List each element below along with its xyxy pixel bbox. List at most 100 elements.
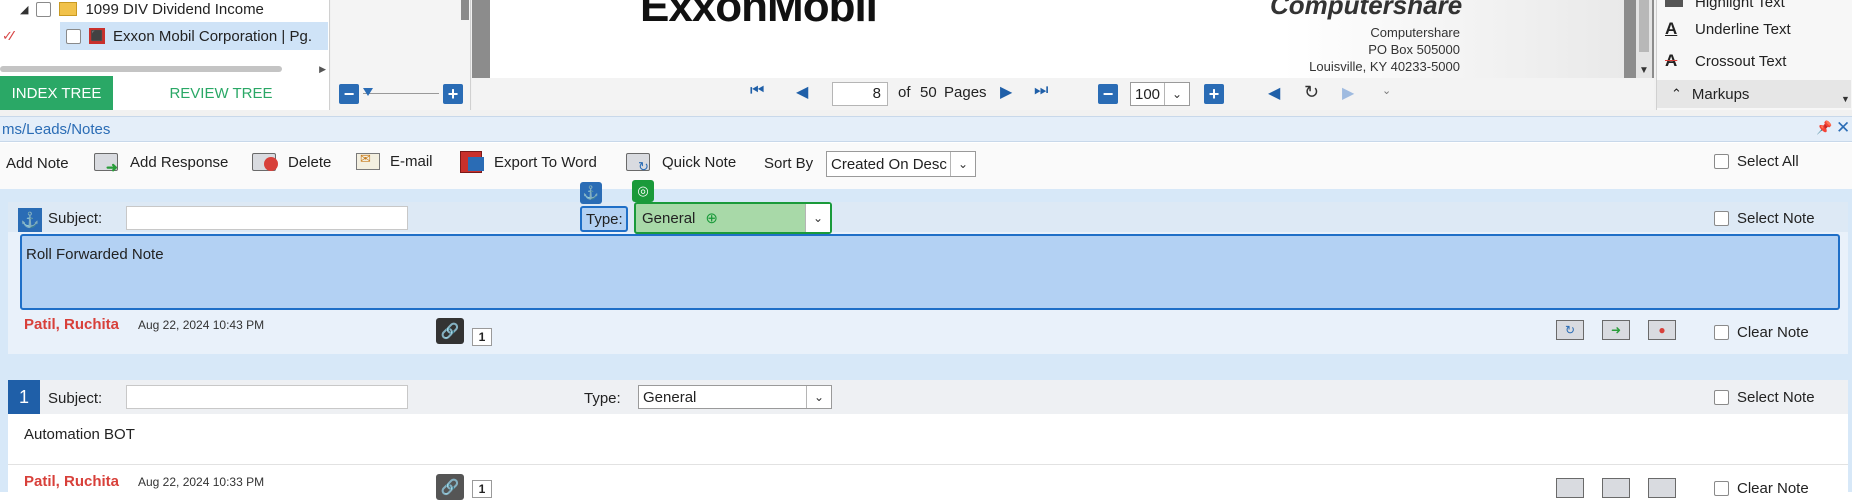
- markups-scroll-down-icon[interactable]: ▼: [1841, 94, 1850, 104]
- last-page-icon[interactable]: ⏭: [1034, 82, 1048, 100]
- markup-underline-text[interactable]: A Underline Text: [1665, 18, 1791, 40]
- email-button[interactable]: ✉ E-mail: [356, 151, 433, 171]
- chevron-down-icon[interactable]: ⌄: [805, 204, 830, 232]
- chevron-down-icon[interactable]: ⌄: [950, 152, 975, 176]
- add-response-action-icon[interactable]: ➜: [1602, 320, 1630, 340]
- tab-review-tree[interactable]: REVIEW TREE: [113, 76, 329, 110]
- quick-note-button[interactable]: ↻ Quick Note: [626, 151, 736, 174]
- note-body[interactable]: Automation BOT: [20, 426, 1840, 454]
- note-number-badge: 1: [8, 380, 40, 414]
- clear-note-checkbox[interactable]: [1714, 481, 1729, 496]
- sort-by-label: Sort By: [764, 155, 814, 172]
- tree-item-label: Exxon Mobil Corporation | Pg.: [113, 27, 312, 45]
- total-pages: 50: [920, 84, 937, 101]
- add-response-action-icon[interactable]: [1602, 478, 1630, 498]
- panel-title: ms/Leads/Notes: [2, 120, 111, 138]
- quick-note-action-icon[interactable]: [1556, 478, 1584, 498]
- delete-action-icon[interactable]: [1648, 478, 1676, 498]
- subject-input[interactable]: [126, 385, 408, 409]
- forward-icon[interactable]: ▶: [1342, 83, 1354, 103]
- previous-page-icon[interactable]: ◀: [796, 82, 808, 102]
- note-author: Patil, Ruchita: [24, 316, 120, 333]
- more-icon[interactable]: ⌄: [1382, 84, 1391, 97]
- select-note[interactable]: Select Note: [1714, 389, 1815, 406]
- chevron-down-icon[interactable]: ⌄: [1164, 83, 1189, 105]
- select-all-checkbox[interactable]: [1714, 154, 1729, 169]
- sort-by-select[interactable]: Created On Desc ⌄: [826, 151, 976, 177]
- back-icon[interactable]: ◀: [1268, 83, 1280, 103]
- of-label: of: [898, 84, 911, 101]
- target-marker-icon[interactable]: ◎: [632, 180, 654, 202]
- link-icon[interactable]: 🔗: [436, 474, 464, 500]
- folder-icon: [59, 2, 78, 16]
- note-body[interactable]: Roll Forwarded Note: [20, 234, 1840, 310]
- clear-note[interactable]: Clear Note: [1714, 324, 1809, 341]
- crosshair-icon: ⊕: [705, 210, 718, 227]
- close-icon[interactable]: ✕: [1836, 118, 1850, 138]
- zoom-out-button[interactable]: −: [1098, 84, 1118, 104]
- chevron-down-icon[interactable]: ⌄: [806, 386, 831, 408]
- select-note-checkbox[interactable]: [1714, 390, 1729, 405]
- select-note[interactable]: Select Note: [1714, 210, 1815, 227]
- add-response-button[interactable]: ➜ Add Response: [94, 151, 228, 175]
- markup-highlight-text[interactable]: Highlight Text: [1665, 0, 1785, 12]
- markups-panel: Highlight Text A Underline Text A Crosso…: [1656, 0, 1852, 110]
- delete-action-icon[interactable]: ●: [1648, 320, 1676, 340]
- checkmarks-icon: ✓⁄⁄⁄: [2, 28, 13, 43]
- select-all[interactable]: Select All: [1714, 153, 1799, 170]
- next-page-icon[interactable]: ▶: [1000, 82, 1012, 102]
- page-number-input[interactable]: 8: [832, 82, 888, 106]
- export-to-word-button[interactable]: Export To Word: [458, 151, 597, 173]
- tree-item-dividend[interactable]: ◢ 1099 DIV Dividend Income: [0, 0, 330, 18]
- expand-triangle-icon[interactable]: ◢: [20, 3, 28, 16]
- exxonmobil-logo: ExxonMobil: [640, 0, 878, 31]
- subject-input[interactable]: [126, 206, 408, 230]
- slider-thumb-icon[interactable]: [363, 88, 373, 96]
- panel-header: ms/Leads/Notes 📌 ✕: [0, 116, 1852, 142]
- add-note-button[interactable]: Add Note: [6, 155, 69, 172]
- export-word-icon: [458, 151, 486, 173]
- select-note-checkbox[interactable]: [1714, 211, 1729, 226]
- first-page-icon[interactable]: ⏮: [750, 82, 764, 100]
- address-block: Computershare PO Box 505000 Louisville, …: [1309, 25, 1460, 74]
- type-select[interactable]: General ⌄: [638, 385, 832, 409]
- tab-index-tree[interactable]: INDEX TREE: [0, 76, 113, 110]
- markup-crossout-text[interactable]: A Crossout Text: [1665, 50, 1786, 72]
- anchor-badge[interactable]: ⚓: [18, 208, 42, 232]
- tree-item-exxon[interactable]: ⬛ Exxon Mobil Corporation | Pg.: [60, 22, 328, 50]
- zoom-out-icon[interactable]: −: [339, 84, 359, 104]
- link-count: 1: [472, 328, 492, 346]
- clear-note-checkbox[interactable]: [1714, 325, 1729, 340]
- horizontal-scrollbar[interactable]: ▶: [0, 64, 330, 74]
- link-icon[interactable]: 🔗: [436, 318, 464, 344]
- thumbnail-panel: − +: [331, 0, 471, 110]
- markups-section-header[interactable]: ⌃ Markups: [1657, 80, 1851, 108]
- tree-item-checkbox[interactable]: [36, 1, 52, 17]
- quick-note-action-icon[interactable]: ↻: [1556, 320, 1584, 340]
- crossout-icon: A: [1665, 51, 1678, 70]
- thumbnail-zoom-slider[interactable]: − +: [339, 84, 463, 104]
- zoom-in-button[interactable]: +: [1204, 84, 1224, 104]
- thumbnail-scroll-handle[interactable]: [461, 0, 469, 20]
- note-author: Patil, Ruchita: [24, 473, 120, 490]
- link-count: 1: [472, 480, 492, 498]
- zoom-in-icon[interactable]: +: [443, 84, 463, 104]
- note-date: Aug 22, 2024 10:33 PM: [138, 475, 265, 489]
- envelope-icon: ✉: [356, 151, 382, 171]
- anchor-marker-icon[interactable]: ⚓: [580, 182, 602, 204]
- tree-item-checkbox[interactable]: [66, 28, 81, 44]
- viewer-vertical-scrollbar[interactable]: ▼: [1636, 0, 1652, 78]
- computershare-logo: Computershare: [1270, 0, 1463, 20]
- clear-note[interactable]: Clear Note: [1714, 480, 1809, 497]
- highlight-icon: [1665, 0, 1683, 7]
- pin-icon[interactable]: 📌: [1816, 120, 1832, 136]
- pages-label: Pages: [944, 84, 987, 101]
- delete-button[interactable]: Delete: [252, 151, 331, 173]
- type-select[interactable]: General ⊕ ⌄: [634, 202, 832, 234]
- quick-note-icon: ↻: [626, 151, 654, 174]
- document-viewer: ExxonMobil Computershare Computershare P…: [472, 0, 1654, 78]
- notes-toolbar: Add Note ➜ Add Response Delete ✉ E-mail …: [0, 143, 1852, 189]
- zoom-select[interactable]: 100 ⌄: [1130, 82, 1190, 106]
- subject-label: Subject:: [48, 390, 103, 407]
- refresh-icon[interactable]: ↻: [1304, 82, 1319, 103]
